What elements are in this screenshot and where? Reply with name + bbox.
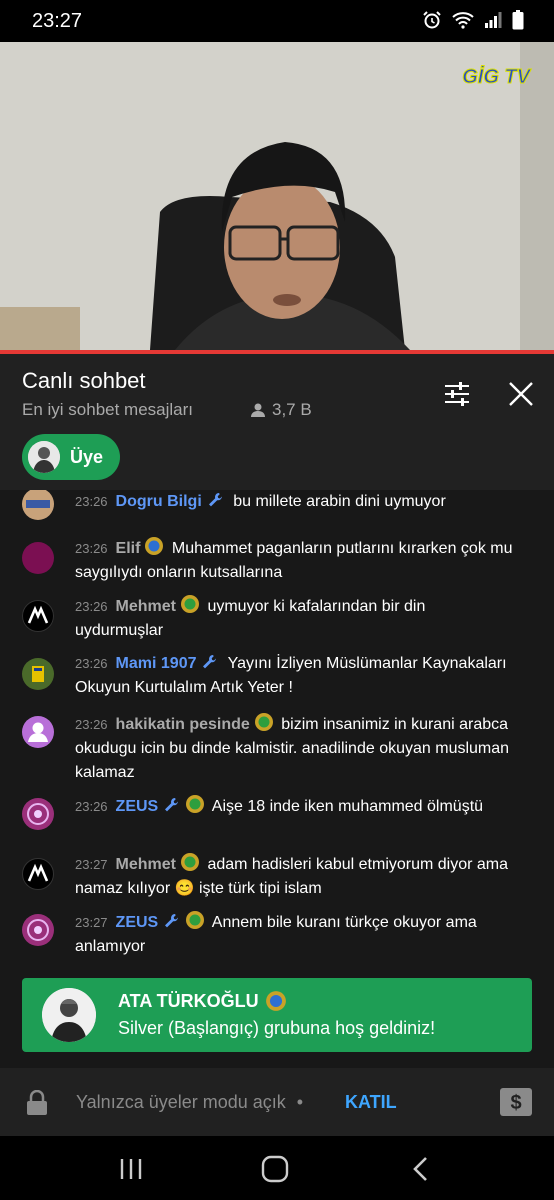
members-only-hint: Yalnızca üyeler modu açık	[76, 1092, 286, 1112]
wrench-icon	[208, 493, 222, 507]
member-badge-green-icon	[186, 795, 205, 813]
recent-apps-icon	[120, 1159, 142, 1179]
welcome-user-name[interactable]: ATA TÜRKOĞLU	[118, 991, 259, 1012]
welcome-banner[interactable]: ATA TÜRKOĞLU Silver (Başlangıç) grubuna …	[22, 978, 532, 1052]
author-name[interactable]: ZEUS	[116, 914, 159, 931]
user-avatar[interactable]	[22, 542, 54, 574]
system-nav-bar	[0, 1136, 554, 1200]
video-watermark: GİG TV	[462, 66, 531, 89]
viewer-count-value: 3,7 B	[272, 400, 312, 419]
member-badge-blue-icon	[265, 991, 286, 1011]
user-avatar[interactable]	[22, 716, 54, 748]
message-text: Muhammet paganların putlarını kırarken ç…	[75, 540, 513, 581]
member-chip-label: Üye	[70, 446, 104, 467]
viewer-count: 3,7 B	[250, 400, 312, 420]
close-icon	[509, 382, 533, 406]
user-avatar[interactable]	[22, 858, 54, 890]
status-time: 23:27	[32, 10, 83, 32]
author-name[interactable]: Mehmet	[116, 856, 176, 873]
svg-text:$: $	[510, 1092, 521, 1114]
member-chip[interactable]: Üye	[22, 434, 120, 480]
message-time: 23:26	[75, 541, 108, 556]
wrench-icon	[165, 914, 179, 928]
member-badge-green-icon	[186, 911, 205, 929]
member-badge-green-icon	[254, 713, 273, 731]
back-icon	[413, 1157, 427, 1181]
message-time: 23:27	[75, 915, 108, 930]
status-bar: 23:27	[0, 0, 554, 42]
video-player[interactable]: GİG TV	[0, 42, 554, 350]
message-time: 23:26	[75, 656, 108, 671]
author-name[interactable]: ZEUS	[116, 798, 159, 815]
lock-icon	[27, 1090, 47, 1115]
signal-icon	[485, 12, 502, 28]
member-badge-blue-icon	[145, 537, 164, 555]
user-avatar[interactable]	[22, 914, 54, 946]
close-button[interactable]	[505, 378, 537, 410]
back-button[interactable]	[406, 1154, 436, 1184]
user-avatar[interactable]	[22, 798, 54, 830]
chat-header: Canlı sohbet En iyi sohbet mesajları 3,7…	[0, 354, 554, 490]
message-time: 23:26	[75, 799, 108, 814]
author-name[interactable]: Dogru Bilgi	[116, 493, 202, 510]
author-name[interactable]: Mehmet	[116, 598, 176, 615]
message-time: 23:26	[75, 494, 108, 509]
author-name[interactable]: Elif	[116, 540, 141, 557]
person-icon	[251, 403, 265, 417]
author-name[interactable]: Mami 1907	[116, 655, 197, 672]
chat-input-bar: Yalnızca üyeler modu açık • KATIL $	[0, 1068, 554, 1136]
user-avatar[interactable]	[22, 600, 54, 632]
author-name[interactable]: hakikatin pesinde	[116, 716, 250, 733]
member-badge-green-icon	[181, 595, 199, 613]
super-chat-icon[interactable]: $	[500, 1088, 532, 1116]
user-avatar[interactable]	[22, 490, 54, 520]
member-badge-green-icon	[181, 853, 199, 871]
alarm-icon	[423, 11, 441, 29]
message-text: Aişe 18 inde iken muhammed ölmüştü	[211, 798, 484, 815]
welcome-message: Silver (Başlangıç) grubuna hoş geldiniz!	[118, 1018, 436, 1038]
wrench-icon	[165, 798, 179, 812]
message-time: 23:26	[75, 599, 108, 614]
message-text: bu millete arabin dini uymuyor	[233, 493, 446, 510]
user-avatar[interactable]	[22, 658, 54, 690]
chat-messages-list[interactable]: 23:26 Dogru Bilgi bu millete arabin dini …	[0, 490, 554, 970]
message-time: 23:26	[75, 717, 108, 732]
filter-button[interactable]	[441, 378, 473, 410]
chat-mode-dropdown[interactable]: En iyi sohbet mesajları	[22, 400, 193, 420]
battery-icon	[512, 10, 524, 30]
recent-apps-button[interactable]	[116, 1154, 146, 1184]
welcome-avatar	[42, 988, 96, 1042]
home-button[interactable]	[260, 1154, 290, 1184]
chat-title: Canlı sohbet	[22, 368, 146, 393]
wrench-icon	[203, 655, 217, 669]
home-icon	[261, 1155, 289, 1183]
member-chip-avatar	[28, 441, 60, 473]
join-button[interactable]: KATIL	[345, 1092, 397, 1113]
hint-separator: •	[296, 1092, 304, 1112]
message-time: 23:27	[75, 857, 108, 872]
wifi-icon	[452, 12, 474, 29]
tune-icon	[445, 382, 469, 406]
